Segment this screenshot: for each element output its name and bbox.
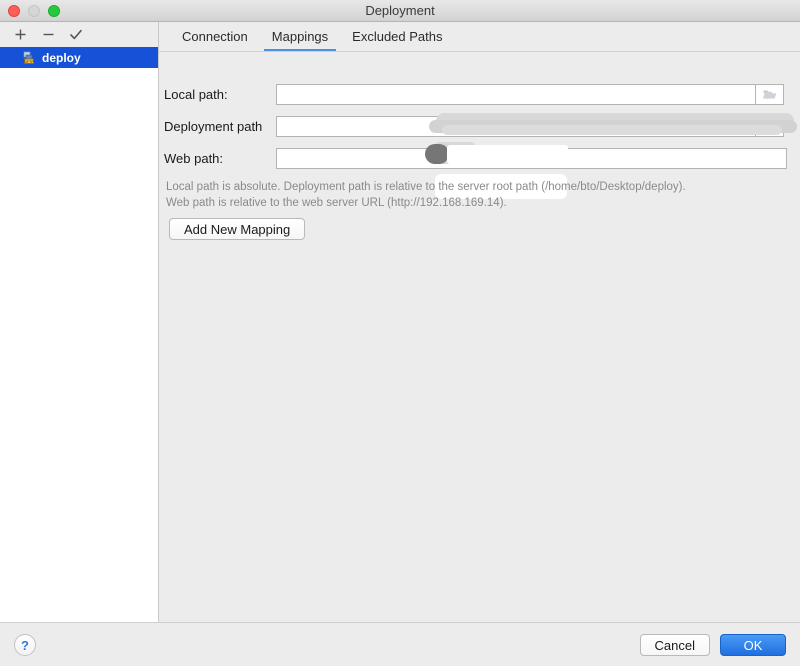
sidebar-item-label: deploy [42,50,81,65]
folder-icon [762,122,776,131]
local-path-label: Local path: [164,86,228,102]
window-title: Deployment [365,3,435,18]
sftp-server-icon: SFTP [22,51,36,65]
folder-icon [762,90,776,99]
server-list: SFTP deploy [0,47,158,622]
path-hint-text: Local path is absolute. Deployment path … [166,179,766,211]
tab-excluded-paths[interactable]: Excluded Paths [340,29,454,51]
local-path-input[interactable] [276,83,756,105]
deployment-path-browse-button[interactable] [756,115,784,137]
tab-connection[interactable]: Connection [170,29,260,51]
dialog-footer: ? Cancel OK [0,622,800,666]
tab-mappings[interactable]: Mappings [260,29,340,51]
title-bar: Deployment [0,0,800,22]
local-path-browse-button[interactable] [756,83,784,105]
server-list-sidebar: SFTP deploy [0,22,159,622]
sidebar-item-deploy[interactable]: SFTP deploy [0,47,158,68]
hint-line-2: Web path is relative to the web server U… [166,197,507,209]
deployment-path-input[interactable] [276,115,756,137]
local-path-row: Local path: [164,83,784,105]
deployment-dialog: Deployment SFTP deploy Connection Mappin… [0,0,800,666]
hint-line-1: Local path is absolute. Deployment path … [166,181,686,193]
sidebar-toolbar [0,22,158,47]
web-path-row: Web path: [164,147,787,169]
set-default-server-button[interactable] [62,23,90,47]
web-path-input[interactable] [276,147,787,169]
add-server-button[interactable] [6,23,34,47]
footer-actions: Cancel OK [639,634,786,656]
deployment-path-label: Deployment path [164,118,263,134]
ok-button[interactable]: OK [720,634,786,656]
deployment-path-row: Deployment path [164,115,784,137]
mappings-form: Local path: Deployment path Web path: Lo… [159,52,800,622]
content-panel: Connection Mappings Excluded Paths Local… [159,22,800,622]
add-new-mapping-button[interactable]: Add New Mapping [169,218,306,240]
web-path-label: Web path: [164,150,224,166]
svg-text:SFTP: SFTP [24,59,34,63]
tab-bar: Connection Mappings Excluded Paths [159,22,800,52]
help-button[interactable]: ? [14,634,36,656]
remove-server-button[interactable] [34,23,62,47]
cancel-button[interactable]: Cancel [639,634,710,656]
